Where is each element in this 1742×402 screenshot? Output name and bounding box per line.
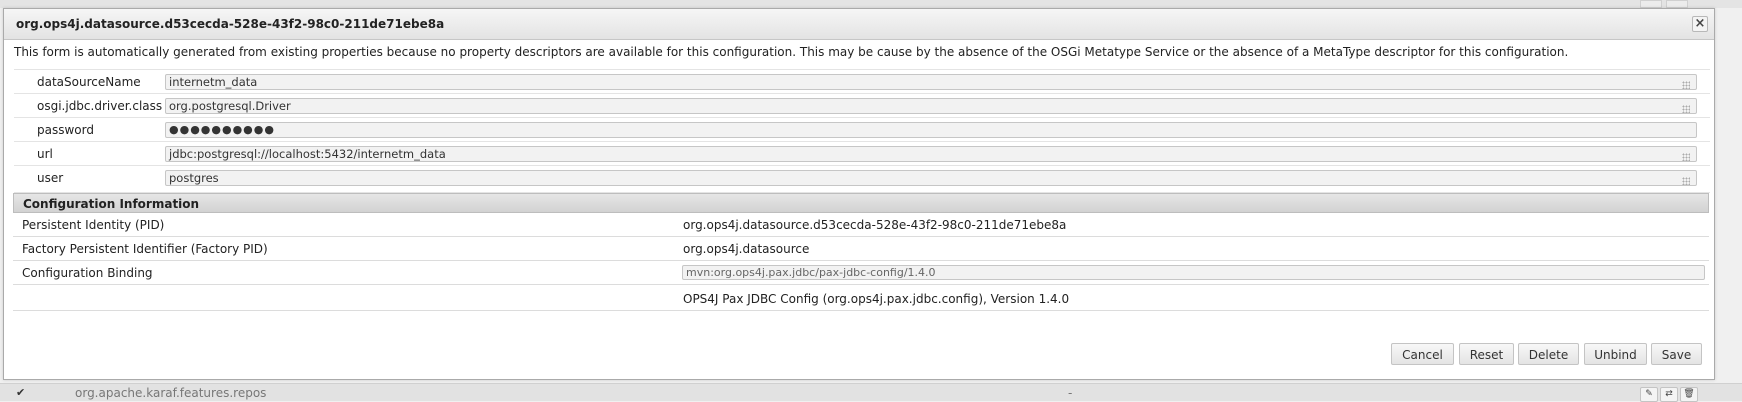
driver-class-field[interactable]: org.postgresql.Driver — [165, 98, 1697, 114]
resize-grip-icon[interactable] — [1682, 153, 1690, 161]
cancel-button[interactable]: Cancel — [1391, 343, 1454, 365]
info-row-binding: Configuration Binding mvn:org.ops4j.pax.… — [13, 261, 1709, 285]
background-control — [1640, 0, 1662, 8]
resize-grip-icon[interactable] — [1682, 105, 1690, 113]
property-row-driver-class: osgi.jdbc.driver.class org.postgresql.Dr… — [14, 93, 1710, 120]
resize-grip-icon[interactable] — [1682, 177, 1690, 185]
user-field[interactable]: postgres — [165, 170, 1697, 186]
unbind-button[interactable]: Unbind — [1584, 343, 1647, 365]
resize-grip-icon[interactable] — [1682, 81, 1690, 89]
property-label: dataSourceName — [37, 75, 141, 89]
info-label: Persistent Identity (PID) — [22, 218, 165, 232]
property-label: user — [37, 171, 64, 185]
save-button[interactable]: Save — [1651, 343, 1702, 365]
configuration-binding-field[interactable]: mvn:org.ops4j.pax.jdbc/pax-jdbc-config/1… — [682, 265, 1705, 280]
background-control — [1666, 0, 1688, 8]
info-label: Factory Persistent Identifier (Factory P… — [22, 242, 268, 256]
password-field[interactable]: ●●●●●●●●●● — [165, 122, 1697, 138]
section-title: Configuration Information — [23, 197, 200, 211]
property-row-datasourcename: dataSourceName internetm_data — [14, 69, 1710, 96]
background-top-strip — [0, 0, 1742, 8]
url-field[interactable]: jdbc:postgresql://localhost:5432/interne… — [165, 146, 1697, 162]
info-label: Configuration Binding — [22, 266, 153, 280]
bundle-value[interactable]: OPS4J Pax JDBC Config (org.ops4j.pax.jdb… — [683, 292, 1069, 306]
active-check-icon: ✔ — [16, 386, 26, 399]
configuration-information-header: Configuration Information — [13, 193, 1709, 213]
property-label: osgi.jdbc.driver.class — [37, 99, 163, 113]
factory-pid-cell: - — [1068, 386, 1073, 400]
property-row-url: url jdbc:postgresql://localhost:5432/int… — [14, 141, 1710, 168]
auto-generated-notice: This form is automatically generated fro… — [14, 45, 1569, 59]
config-name[interactable]: org.apache.karaf.features.repos — [75, 386, 266, 400]
info-row-bundle: OPS4J Pax JDBC Config (org.ops4j.pax.jdb… — [13, 285, 1709, 311]
property-label: password — [37, 123, 94, 137]
pid-value: org.ops4j.datasource.d53cecda-528e-43f2-… — [683, 218, 1067, 232]
property-row-user: user postgres — [14, 165, 1710, 193]
factory-pid-value: org.ops4j.datasource — [683, 242, 810, 256]
close-icon[interactable]: × — [1692, 16, 1708, 32]
datasourcename-field[interactable]: internetm_data — [165, 74, 1697, 90]
background-config-row[interactable]: ✔ org.apache.karaf.features.repos - ✎ ⇄ … — [0, 383, 1742, 402]
info-row-factory-pid: Factory Persistent Identifier (Factory P… — [13, 237, 1709, 261]
property-label: url — [37, 147, 53, 161]
dialog-titlebar[interactable]: org.ops4j.datasource.d53cecda-528e-43f2-… — [4, 9, 1714, 40]
info-row-pid: Persistent Identity (PID) org.ops4j.data… — [13, 213, 1709, 237]
dialog-title: org.ops4j.datasource.d53cecda-528e-43f2-… — [16, 17, 445, 31]
delete-button[interactable]: Delete — [1518, 343, 1579, 365]
property-row-password: password ●●●●●●●●●● — [14, 117, 1710, 144]
reset-button[interactable]: Reset — [1459, 343, 1514, 365]
